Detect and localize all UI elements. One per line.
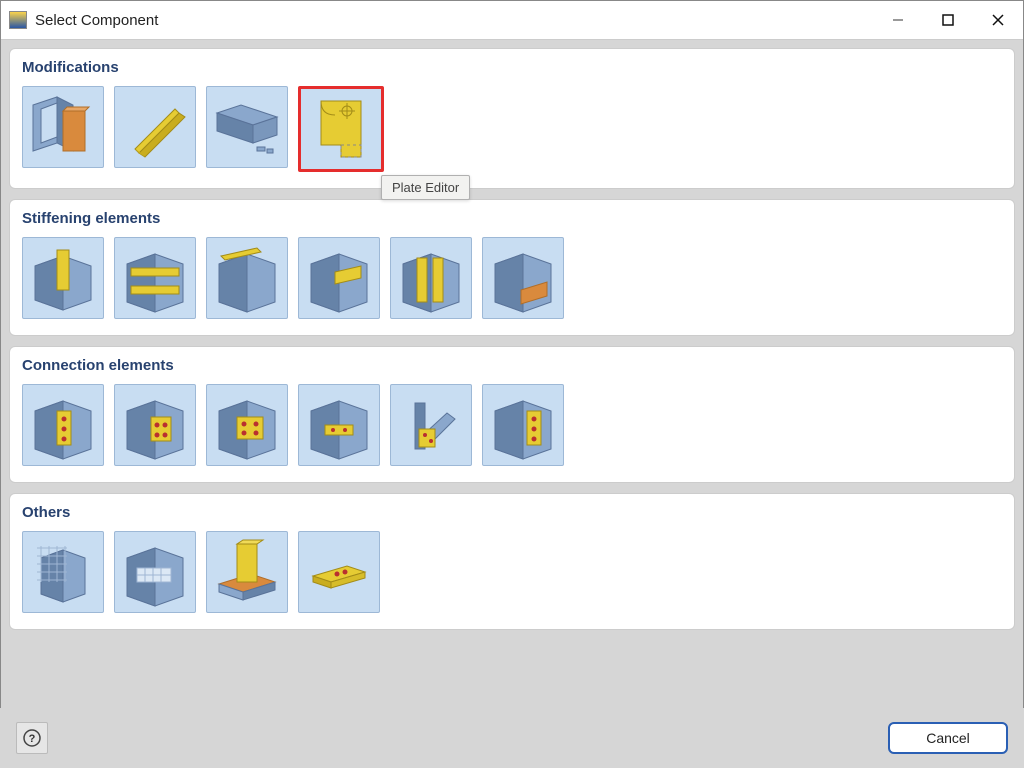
section-modifications: Modifications: [9, 48, 1015, 189]
minimize-button[interactable]: [873, 1, 923, 39]
section-title-modifications: Modifications: [22, 59, 1002, 76]
thumb-stiff-5[interactable]: [390, 237, 472, 319]
dialog-footer: ? Cancel: [0, 708, 1024, 768]
thumb-stiff-2[interactable]: [114, 237, 196, 319]
thumb-conn-4[interactable]: [298, 384, 380, 466]
titlebar: Select Component: [1, 1, 1023, 40]
cancel-button[interactable]: Cancel: [888, 722, 1008, 754]
close-button[interactable]: [973, 1, 1023, 39]
thumb-beam-split[interactable]: [206, 86, 288, 168]
thumb-stiff-6[interactable]: [482, 237, 564, 319]
thumb-conn-1[interactable]: [22, 384, 104, 466]
app-icon: [9, 11, 27, 29]
section-title-connection: Connection elements: [22, 357, 1002, 374]
thumb-stiff-1[interactable]: [22, 237, 104, 319]
section-stiffening: Stiffening elements: [9, 199, 1015, 336]
thumb-conn-2[interactable]: [114, 384, 196, 466]
thumb-stiff-4[interactable]: [298, 237, 380, 319]
section-title-stiffening: Stiffening elements: [22, 210, 1002, 227]
thumb-plate-editor[interactable]: Plate Editor: [298, 86, 384, 172]
section-others: Others: [9, 493, 1015, 630]
svg-text:?: ?: [29, 733, 36, 745]
section-connection: Connection elements: [9, 346, 1015, 483]
thumb-conn-6[interactable]: [482, 384, 564, 466]
thumb-other-4[interactable]: [298, 531, 380, 613]
thumb-other-1[interactable]: [22, 531, 104, 613]
thumb-beam-cut[interactable]: [22, 86, 104, 168]
tooltip-plate-editor: Plate Editor: [381, 175, 470, 200]
thumb-plate-tilt[interactable]: [114, 86, 196, 168]
thumb-other-3[interactable]: [206, 531, 288, 613]
thumb-conn-5[interactable]: [390, 384, 472, 466]
select-component-dialog: Select Component Modifications: [0, 0, 1024, 768]
maximize-button[interactable]: [923, 1, 973, 39]
thumb-stiff-3[interactable]: [206, 237, 288, 319]
help-button[interactable]: ?: [16, 722, 48, 754]
section-title-others: Others: [22, 504, 1002, 521]
thumb-other-2[interactable]: [114, 531, 196, 613]
window-title: Select Component: [35, 12, 158, 29]
thumb-conn-3[interactable]: [206, 384, 288, 466]
dialog-body: Modifications: [1, 40, 1023, 700]
